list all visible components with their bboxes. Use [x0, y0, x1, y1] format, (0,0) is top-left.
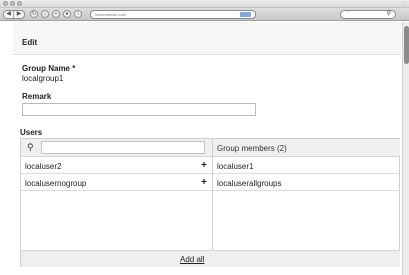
user-search-input[interactable]: [41, 141, 205, 154]
search-icon: ⚲: [386, 11, 391, 17]
list-item[interactable]: localuserallgroups: [213, 175, 400, 191]
column-divider: [212, 139, 213, 267]
browser-toolbar: ◀ ▶ ↻ ⌂ + ● i www.domain.com ◦ ⚲: [0, 8, 409, 21]
group-name-label: Group Name *: [22, 64, 76, 73]
page-scrollbar[interactable]: [402, 22, 409, 275]
url-text: www.domain.com: [95, 12, 127, 17]
address-bar[interactable]: www.domain.com: [90, 10, 256, 19]
available-user-name: localusernogroup: [25, 179, 87, 188]
add-user-button[interactable]: +: [201, 160, 207, 171]
users-footer: Add all: [21, 250, 400, 267]
user-search-row: ⚲: [21, 139, 212, 157]
search-icon: ⚲: [27, 142, 34, 152]
list-item: localuser2 +: [21, 158, 212, 174]
zoom-window-button[interactable]: [17, 1, 22, 6]
group-name-value: localgroup1: [22, 74, 64, 83]
info-icon[interactable]: i: [74, 10, 82, 18]
member-name: localuser1: [217, 162, 254, 171]
window-controls: [3, 1, 22, 6]
home-icon[interactable]: ⌂: [41, 10, 49, 18]
reload-icon[interactable]: ↻: [30, 10, 38, 18]
list-item: localusernogroup +: [21, 175, 212, 191]
rss-icon[interactable]: [240, 12, 251, 17]
scrollbar-thumb[interactable]: [404, 26, 409, 64]
forward-button[interactable]: ▶: [14, 11, 24, 18]
resize-icon: ◦: [403, 0, 406, 6]
page-header: Edit: [13, 22, 401, 55]
add-all-link[interactable]: Add all: [180, 255, 204, 264]
minimize-window-button[interactable]: [10, 1, 15, 6]
bookmark-icon[interactable]: +: [52, 10, 60, 18]
available-user-name: localuser2: [25, 162, 62, 171]
remark-input[interactable]: [22, 103, 256, 116]
page-title: Edit: [22, 38, 38, 47]
search-engine-icon: ◦: [347, 10, 350, 16]
group-members-title: Group members (2): [217, 144, 287, 153]
close-window-button[interactable]: [3, 1, 8, 6]
list-item[interactable]: localuser1: [213, 158, 400, 174]
nav-buttons: ◀ ▶: [3, 10, 25, 19]
stop-icon[interactable]: ●: [63, 10, 71, 18]
back-button[interactable]: ◀: [4, 11, 14, 18]
users-picker: ⚲ Group members (2) localuser2 + localus…: [20, 138, 400, 267]
remark-label: Remark: [22, 92, 52, 101]
search-field[interactable]: ◦ ⚲: [340, 10, 396, 19]
group-members-header: Group members (2): [213, 139, 400, 157]
member-name: localuserallgroups: [217, 179, 282, 188]
add-user-button[interactable]: +: [201, 177, 207, 188]
users-label: Users: [20, 128, 43, 137]
window-titlebar: ◦: [0, 0, 409, 8]
